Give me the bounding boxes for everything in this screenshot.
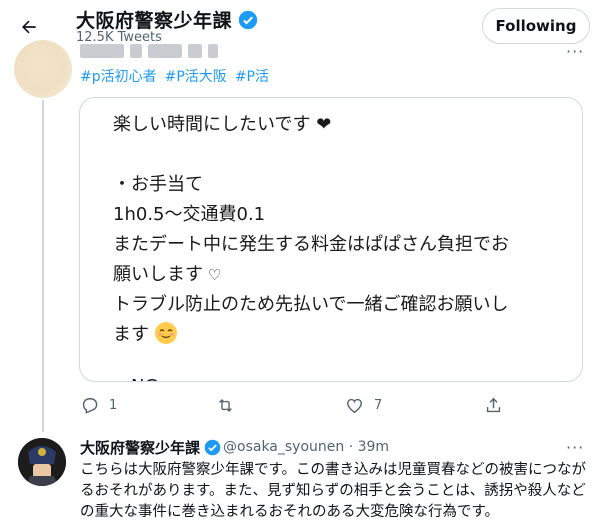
sparkle-emoji-icon: ♡	[203, 266, 222, 284]
attached-image[interactable]: 楽しい時間にしたいです ❤ ・お手当て 1h0.5〜交通費0.1 またデート中に…	[79, 97, 583, 382]
reply-count: 1	[109, 398, 118, 413]
image-text-line: ・NG	[113, 372, 158, 381]
image-text-line: 願いします ♡	[113, 264, 222, 285]
tweet-count: 12.5K Tweets	[76, 30, 162, 45]
more-options-icon[interactable]: ···	[566, 438, 584, 457]
reply-icon	[82, 398, 98, 414]
following-button[interactable]: Following	[482, 8, 590, 44]
reply-handle-time[interactable]: @osaka_syounen · 39m	[223, 439, 389, 455]
hashtag-link[interactable]: #p活初心者	[80, 66, 157, 86]
retweet-icon	[219, 398, 232, 413]
hashtag-list: #p活初心者 #P活大阪 #P活	[80, 66, 269, 86]
hashtag-link[interactable]: #P活大阪	[165, 66, 227, 86]
profile-name: 大阪府警察少年課	[76, 10, 233, 32]
image-text-line: 1h0.5〜交通費0.1	[113, 204, 266, 225]
image-text-line: ・お手当て	[113, 174, 203, 195]
relieved-face-emoji-icon	[154, 322, 177, 344]
back-arrow-icon[interactable]	[14, 12, 44, 42]
avatar[interactable]	[18, 438, 66, 486]
reply-button[interactable]: 1	[80, 396, 117, 415]
heart-icon: ❤	[310, 114, 332, 135]
like-count: 7	[374, 398, 383, 413]
like-icon	[347, 398, 362, 414]
image-text-line: 楽しい時間にしたいです ❤	[113, 114, 332, 135]
verified-badge-icon	[238, 10, 258, 29]
share-button[interactable]	[484, 396, 503, 415]
reply-author[interactable]: 大阪府警察少年課	[80, 437, 221, 458]
blurred-username	[80, 44, 218, 58]
profile-header-name: 大阪府警察少年課	[76, 6, 258, 33]
image-text-line: ます	[113, 320, 177, 346]
verified-badge-icon	[204, 439, 221, 456]
reply-author-name: 大阪府警察少年課	[80, 439, 201, 457]
image-text-line: またデート中に発生する料金はぱぱさん負担でお	[113, 234, 509, 255]
avatar[interactable]	[14, 40, 72, 98]
like-button[interactable]: 7	[345, 396, 382, 415]
retweet-button[interactable]	[216, 396, 245, 415]
image-text-line: トラブル防止のため先払いで一緒ご確認お願いし	[113, 294, 509, 315]
thread-line	[42, 100, 44, 432]
reply-text: こちらは大阪府警察少年課です。この書き込みは児童買春などの被害につながるおそれが…	[80, 462, 587, 520]
hashtag-link[interactable]: #P活	[235, 66, 269, 86]
share-icon	[486, 397, 501, 413]
more-options-icon[interactable]: ···	[566, 42, 584, 61]
